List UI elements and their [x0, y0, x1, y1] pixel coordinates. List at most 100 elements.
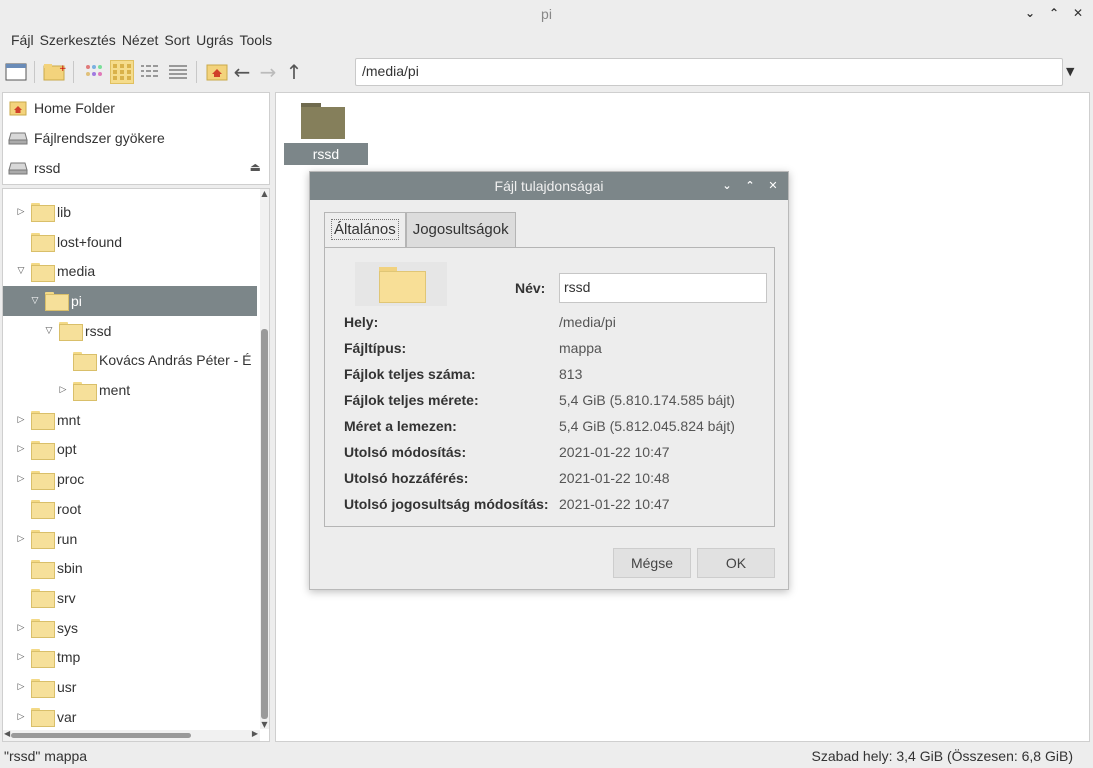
expand-icon[interactable]: ▷ — [15, 534, 27, 544]
expand-icon[interactable]: ▷ — [15, 712, 27, 722]
tree-item[interactable]: ▷ lib — [3, 197, 257, 227]
tree-item[interactable]: ▷ run — [3, 524, 257, 554]
forward-arrow-icon[interactable]: → — [255, 60, 281, 84]
address-bar[interactable]: /media/pi — [355, 58, 1063, 86]
scroll-up-icon[interactable]: ▲ — [260, 189, 269, 198]
expand-icon[interactable]: ▷ — [15, 474, 27, 484]
prop-key: Utolsó hozzáférés: — [344, 470, 469, 486]
tree-item[interactable]: ▷ mnt — [3, 405, 257, 435]
place-rssd[interactable]: rssd ⏏ — [3, 153, 269, 183]
directory-tree: ▷ lib lost+found ▽ media ▽ pi ▽ rssd Kovács Andrá… — [2, 188, 270, 742]
expand-icon[interactable]: ▷ — [15, 652, 27, 662]
tree-vertical-scrollbar[interactable]: ▲ ▼ — [260, 189, 269, 729]
drive-icon — [8, 130, 28, 146]
new-folder-icon[interactable]: + — [43, 60, 67, 84]
dialog-title: Fájl tulajdonságai — [494, 178, 604, 194]
minimize-icon[interactable]: ⌄ — [1023, 4, 1037, 22]
expand-icon[interactable]: ▷ — [15, 444, 27, 454]
expand-icon[interactable]: ▷ — [15, 207, 27, 217]
place-label: Home Folder — [34, 100, 115, 116]
scrollbar-thumb[interactable] — [11, 733, 191, 738]
thumbnail-view-icon[interactable] — [110, 60, 134, 84]
tree-item[interactable]: ▷ ment — [3, 375, 257, 405]
cancel-button[interactable]: Mégse — [613, 548, 691, 578]
minimize-icon[interactable]: ⌄ — [720, 177, 734, 195]
folder-icon — [31, 262, 55, 282]
collapse-icon[interactable]: ▽ — [29, 296, 41, 306]
close-icon[interactable]: ✕ — [766, 177, 780, 195]
name-field[interactable]: rssd — [559, 273, 767, 303]
tree-item[interactable]: ▷ usr — [3, 672, 257, 702]
folder-icon — [31, 233, 55, 253]
scroll-right-icon[interactable]: ▶ — [252, 729, 258, 738]
tree-item[interactable]: root — [3, 494, 257, 524]
menu-go[interactable]: Ugrás — [193, 32, 236, 48]
tree-item-label: run — [57, 530, 78, 547]
tree-horizontal-scrollbar[interactable]: ◀ ▶ — [3, 729, 260, 741]
back-arrow-icon[interactable]: ← — [229, 60, 255, 84]
toolbar-divider — [34, 61, 35, 83]
up-arrow-icon[interactable]: ↑ — [281, 60, 307, 84]
prop-value: 5,4 GiB (5.812.045.824 bájt) — [559, 418, 735, 434]
tree-item-label: usr — [57, 679, 77, 696]
tree-item[interactable]: sbin — [3, 553, 257, 583]
scroll-down-icon[interactable]: ▼ — [260, 720, 269, 729]
file-item-rssd[interactable]: rssd — [284, 103, 368, 165]
menu-tools[interactable]: Tools — [236, 32, 275, 48]
expand-icon[interactable]: ▷ — [15, 415, 27, 425]
tab-permissions[interactable]: Jogosultságok — [405, 212, 516, 247]
expand-icon[interactable]: ▷ — [15, 682, 27, 692]
window-title: pi — [541, 6, 552, 22]
compact-view-icon[interactable] — [138, 60, 162, 84]
tree-item-label: ment — [99, 382, 131, 399]
menu-file[interactable]: Fájl — [8, 32, 37, 48]
place-home-folder[interactable]: Home Folder — [3, 93, 269, 123]
ok-button[interactable]: OK — [697, 548, 775, 578]
menu-edit[interactable]: Szerkesztés — [37, 32, 119, 48]
expand-icon[interactable]: ▷ — [57, 385, 69, 395]
tree-item[interactable]: ▷ sys — [3, 613, 257, 643]
menu-view[interactable]: Nézet — [119, 32, 162, 48]
collapse-icon[interactable]: ▽ — [15, 266, 27, 276]
tree-item-label: Kovács András Péter - É — [99, 352, 252, 369]
maximize-icon[interactable]: ⌃ — [1047, 4, 1061, 22]
tree-item-label: media — [57, 263, 96, 280]
scroll-left-icon[interactable]: ◀ — [4, 729, 10, 738]
toolbar: + ← → ↑ /media/pi ▼ — [0, 55, 1093, 89]
toolbar-divider — [196, 61, 197, 83]
collapse-icon[interactable]: ▽ — [43, 326, 55, 336]
tree-item[interactable]: ▷ tmp — [3, 643, 257, 673]
tree-item[interactable]: ▷ var — [3, 702, 257, 732]
tree-item-label: pi — [71, 292, 82, 309]
home-icon[interactable] — [205, 60, 229, 84]
scrollbar-thumb[interactable] — [261, 329, 268, 719]
eject-icon[interactable]: ⏏ — [250, 160, 261, 174]
status-selection: "rssd" mappa — [4, 748, 88, 764]
prop-key: Utolsó módosítás: — [344, 444, 467, 460]
tree-item[interactable]: ▽ pi — [3, 286, 257, 316]
menu-bar: Fájl Szerkesztés Nézet Sort Ugrás Tools — [0, 28, 275, 52]
expand-icon[interactable]: ▷ — [15, 623, 27, 633]
tree-item-label: sbin — [57, 560, 83, 577]
folder-icon — [31, 589, 55, 609]
tree-item[interactable]: ▷ opt — [3, 435, 257, 465]
tree-item[interactable]: ▽ rssd — [3, 316, 257, 346]
place-filesystem-root[interactable]: Fájlrendszer gyökere — [3, 123, 269, 153]
properties-dialog: Fájl tulajdonságai ⌄ ⌃ ✕ Általános Jogos… — [309, 171, 789, 590]
tree-item[interactable]: Kovács András Péter - É — [3, 346, 257, 376]
tree-item-label: tmp — [57, 649, 81, 666]
tree-item[interactable]: ▽ media — [3, 256, 257, 286]
tree-item[interactable]: lost+found — [3, 227, 257, 257]
new-window-icon[interactable] — [4, 60, 28, 84]
file-icon-button[interactable] — [355, 262, 447, 306]
icon-view-icon[interactable] — [82, 60, 106, 84]
tab-general[interactable]: Általános — [324, 212, 406, 247]
tree-item[interactable]: srv — [3, 583, 257, 613]
menu-sort[interactable]: Sort — [161, 32, 193, 48]
name-label: Név: — [515, 280, 546, 296]
list-view-icon[interactable] — [166, 60, 190, 84]
tree-item[interactable]: ▷ proc — [3, 464, 257, 494]
maximize-icon[interactable]: ⌃ — [743, 177, 757, 195]
close-icon[interactable]: ✕ — [1071, 4, 1085, 22]
address-dropdown-icon[interactable]: ▼ — [1066, 65, 1074, 78]
